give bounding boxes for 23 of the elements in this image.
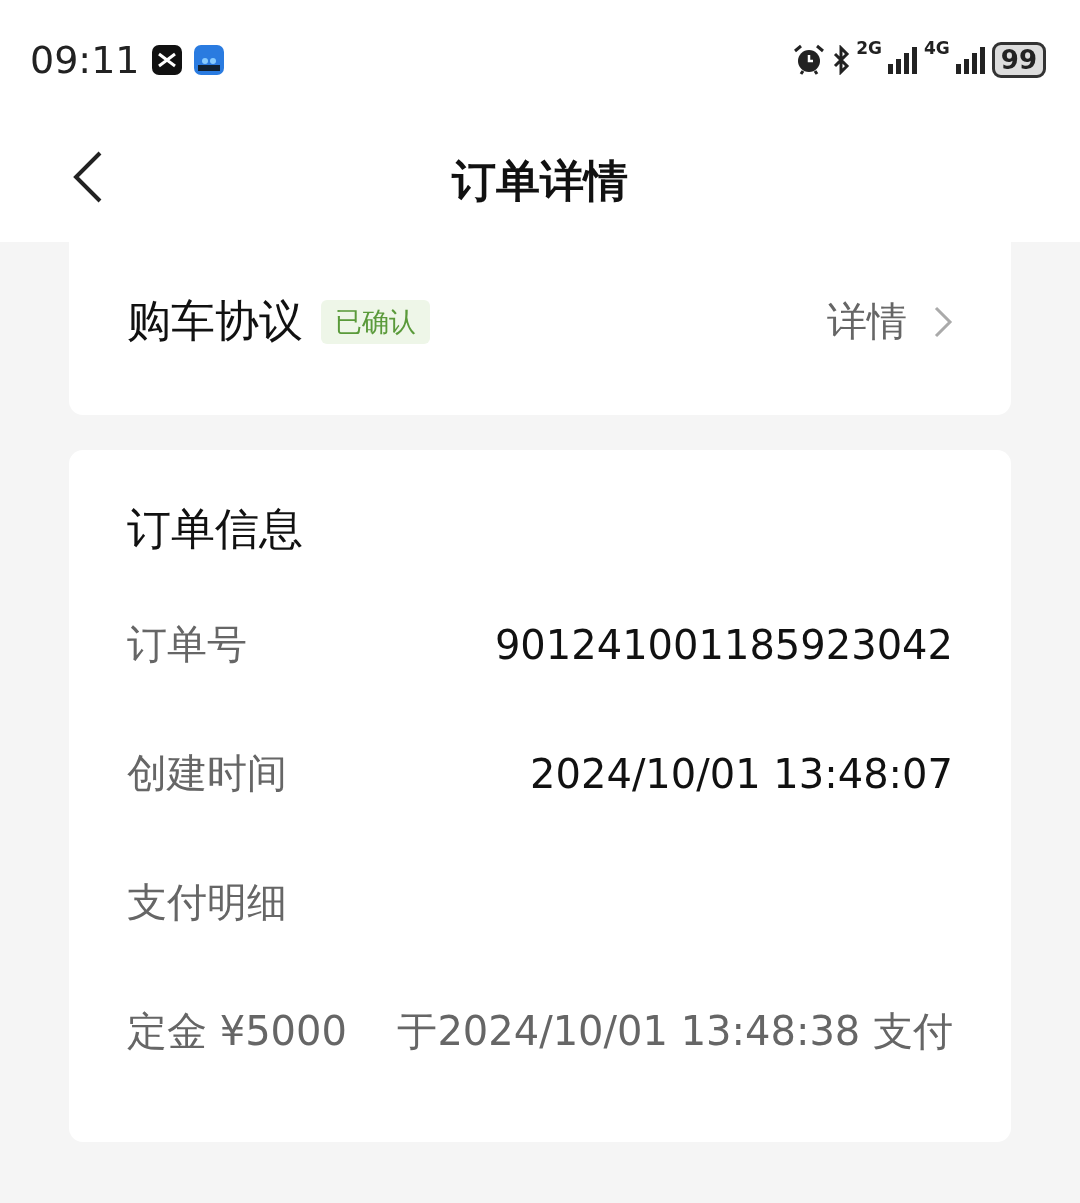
alarm-icon <box>792 43 827 77</box>
agreement-label: 购车协议 <box>127 294 303 348</box>
network-label: 4G <box>924 38 950 58</box>
field-label: 定金 ¥5000 <box>127 1007 347 1056</box>
field-value: 901241001185923042 <box>494 621 953 668</box>
page-title: 订单详情 <box>452 153 628 208</box>
status-badge: 已确认 <box>321 299 430 344</box>
app-icon <box>151 45 182 75</box>
section-title: 订单信息 <box>127 502 304 556</box>
network-label: 2G <box>856 38 882 58</box>
section-subtitle: 支付明细 <box>127 878 287 927</box>
app-icon <box>193 45 224 75</box>
bluetooth-icon <box>832 45 851 75</box>
signal-icon <box>955 46 986 74</box>
field-label: 订单号 <box>127 620 247 669</box>
clock-time: 09:11 <box>30 38 140 82</box>
chevron-right-icon <box>933 304 953 339</box>
details-link[interactable]: 详情 <box>827 294 953 349</box>
field-value: 2024/10/01 13:48:07 <box>530 750 953 797</box>
field-value: 于2024/10/01 13:48:38 支付 <box>397 1007 953 1056</box>
field-label: 创建时间 <box>127 749 287 798</box>
signal-icon <box>888 46 918 74</box>
battery-level: 99 <box>991 42 1046 78</box>
